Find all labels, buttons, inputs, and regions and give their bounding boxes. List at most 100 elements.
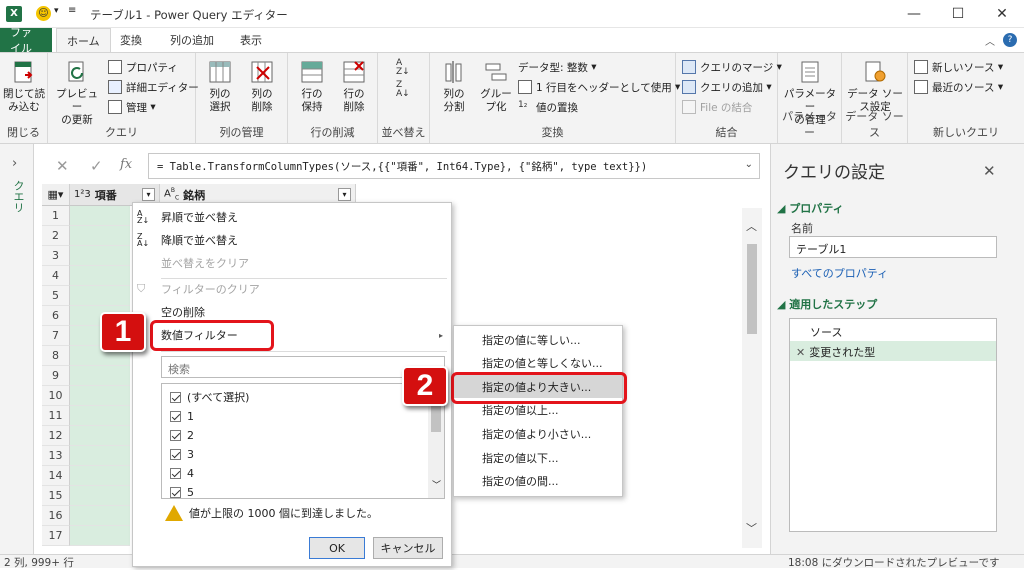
delete-step-icon[interactable]: ✕ xyxy=(796,346,805,359)
row-number[interactable]: 5 xyxy=(42,286,70,306)
row-number[interactable]: 12 xyxy=(42,426,70,446)
collapse-ribbon-icon[interactable]: ︿ xyxy=(985,33,995,48)
append-queries-button[interactable]: クエリの追加 ▾ xyxy=(682,77,772,97)
cell-number[interactable] xyxy=(70,406,130,426)
tab-view[interactable]: 表示 xyxy=(230,28,272,52)
cell-number[interactable] xyxy=(70,506,130,526)
sort-ascending-item[interactable]: A Z↓ 昇順で並べ替え xyxy=(133,206,451,228)
properties-button[interactable]: プロパティ xyxy=(108,57,178,77)
column-type-number-icon[interactable]: 1²3 xyxy=(74,189,91,200)
checkbox-checked-icon[interactable] xyxy=(170,391,181,403)
scroll-up-icon[interactable]: ︿ xyxy=(746,218,757,234)
row-number[interactable]: 16 xyxy=(42,506,70,526)
checklist-scroll-thumb[interactable] xyxy=(431,402,441,432)
properties-section-toggle[interactable]: ◢ プロパティ xyxy=(777,200,844,216)
number-filter-option[interactable]: 指定の値より小さい... xyxy=(454,422,622,445)
cell-number[interactable] xyxy=(70,246,130,266)
row-number[interactable]: 6 xyxy=(42,306,70,326)
queries-pane-collapsed[interactable]: › クエリ xyxy=(0,144,34,554)
formula-cancel-icon[interactable]: ✕ xyxy=(56,157,69,175)
use-first-row-headers-button[interactable]: 1 行目をヘッダーとして使用 ▾ xyxy=(518,77,680,97)
checkbox-checked-icon[interactable] xyxy=(170,410,181,422)
qat-customize-icon[interactable]: ≡ xyxy=(68,5,76,16)
merge-queries-button[interactable]: クエリのマージ ▾ xyxy=(682,57,782,77)
new-source-button[interactable]: 新しいソース ▾ xyxy=(914,57,1003,77)
minimize-button[interactable]: — xyxy=(892,0,936,28)
remove-rows-button[interactable]: 行の 削除 xyxy=(334,59,374,114)
checklist-item[interactable]: 4 xyxy=(170,464,194,482)
maximize-button[interactable]: ☐ xyxy=(936,0,980,28)
group-by-button[interactable]: グルー プ化 xyxy=(476,59,516,114)
row-number[interactable]: 14 xyxy=(42,466,70,486)
grid-vertical-scrollbar[interactable]: ︿ ﹀ xyxy=(742,208,762,548)
checkbox-checked-icon[interactable] xyxy=(170,429,181,441)
cell-number[interactable] xyxy=(70,206,130,226)
sort-descending-icon[interactable]: Z A↓ xyxy=(396,81,410,99)
cell-number[interactable] xyxy=(70,286,130,306)
row-number[interactable]: 13 xyxy=(42,446,70,466)
checklist-item[interactable]: (すべて選択) xyxy=(170,388,249,406)
cell-number[interactable] xyxy=(70,486,130,506)
row-number[interactable]: 1 xyxy=(42,206,70,226)
ok-button[interactable]: OK xyxy=(309,537,365,559)
cell-number[interactable] xyxy=(70,366,130,386)
recent-sources-button[interactable]: 最近のソース ▾ xyxy=(914,77,1003,97)
close-window-button[interactable]: ✕ xyxy=(980,0,1024,28)
step-changed-type[interactable]: ✕ 変更された型 xyxy=(790,341,996,361)
row-number[interactable]: 11 xyxy=(42,406,70,426)
manage-button[interactable]: 管理 ▾ xyxy=(108,97,156,117)
tab-add-column[interactable]: 列の追加 xyxy=(160,28,224,52)
choose-columns-button[interactable]: 列の 選択 xyxy=(200,59,240,114)
table-corner-button[interactable]: ▦▾ xyxy=(42,184,70,206)
row-number[interactable]: 10 xyxy=(42,386,70,406)
number-filter-option[interactable]: 指定の値の間... xyxy=(454,470,622,493)
close-and-load-button[interactable]: 閉じて読 み込む xyxy=(2,59,46,114)
cell-number[interactable] xyxy=(70,466,130,486)
checkbox-checked-icon[interactable] xyxy=(170,448,181,460)
cell-number[interactable] xyxy=(70,446,130,466)
help-icon[interactable]: ? xyxy=(1003,33,1017,47)
checkbox-checked-icon[interactable] xyxy=(170,467,181,479)
formula-text[interactable]: = Table.TransformColumnTypes(ソース,{{"項番",… xyxy=(157,159,647,174)
column-type-text-icon[interactable]: ABC xyxy=(164,187,179,201)
column-filter-dropdown-number[interactable]: ▾ xyxy=(142,188,155,201)
column-filter-dropdown-brand[interactable]: ▾ xyxy=(338,188,351,201)
data-source-settings-button[interactable]: データ ソー ス設定 xyxy=(844,59,906,114)
row-number[interactable]: 4 xyxy=(42,266,70,286)
scroll-down-icon[interactable]: ﹀ xyxy=(746,520,757,536)
checklist-item[interactable]: 5 xyxy=(170,483,194,498)
data-type-dropdown[interactable]: データ型: 整数 ▾ xyxy=(518,57,596,77)
close-settings-icon[interactable]: ✕ xyxy=(983,162,996,180)
row-number[interactable]: 9 xyxy=(42,366,70,386)
sort-descending-item[interactable]: Z A↓ 降順で並べ替え xyxy=(133,229,451,251)
checklist-item[interactable]: 1 xyxy=(170,407,194,425)
checklist-item[interactable]: 2 xyxy=(170,426,194,444)
row-number[interactable]: 17 xyxy=(42,526,70,546)
row-number[interactable]: 8 xyxy=(42,346,70,366)
cell-number[interactable] xyxy=(70,266,130,286)
tab-transform[interactable]: 変換 xyxy=(110,28,152,52)
remove-columns-button[interactable]: 列の 削除 xyxy=(242,59,282,114)
checklist-scroll-down-icon[interactable]: ﹀ xyxy=(432,478,441,491)
query-name-input[interactable]: テーブル1 xyxy=(789,236,997,258)
number-filter-option[interactable]: 指定の値以下... xyxy=(454,446,622,469)
number-filter-option[interactable]: 指定の値に等しい... xyxy=(454,328,622,351)
cell-number[interactable] xyxy=(70,426,130,446)
expand-queries-icon[interactable]: › xyxy=(12,156,17,171)
applied-steps-toggle[interactable]: ◢ 適用したステップ xyxy=(777,296,877,312)
refresh-preview-button[interactable]: プレビュー の更新 xyxy=(52,59,102,127)
all-properties-link[interactable]: すべてのプロパティ xyxy=(791,265,888,281)
advanced-editor-button[interactable]: 詳細エディター xyxy=(108,77,199,97)
sort-ascending-icon[interactable]: A Z↓ xyxy=(396,59,410,77)
cell-number[interactable] xyxy=(70,226,130,246)
formula-bar[interactable]: = Table.TransformColumnTypes(ソース,{{"項番",… xyxy=(148,153,760,179)
row-number[interactable]: 3 xyxy=(42,246,70,266)
row-number[interactable]: 2 xyxy=(42,226,70,246)
row-number[interactable]: 7 xyxy=(42,326,70,346)
smiley-icon[interactable]: ☺ xyxy=(36,6,51,21)
formula-expand-icon[interactable]: ⌄ xyxy=(745,159,753,170)
checklist-item[interactable]: 3 xyxy=(170,445,194,463)
cell-number[interactable] xyxy=(70,526,130,546)
replace-values-button[interactable]: 1₂ 値の置換 xyxy=(518,97,578,117)
row-number[interactable]: 15 xyxy=(42,486,70,506)
